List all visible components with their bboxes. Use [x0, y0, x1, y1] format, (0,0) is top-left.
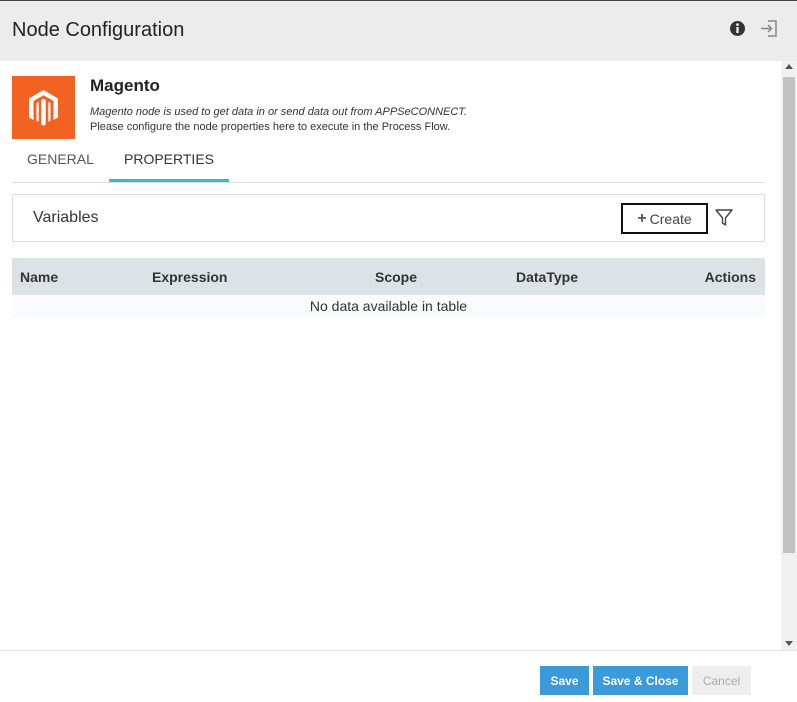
save-and-close-button[interactable]: Save & Close: [593, 666, 688, 695]
tab-properties[interactable]: PROPERTIES: [124, 151, 214, 167]
column-header-expression[interactable]: Expression: [152, 269, 227, 285]
dialog-header: Node Configuration: [0, 1, 797, 61]
info-icon[interactable]: [729, 20, 746, 37]
column-header-name[interactable]: Name: [20, 269, 58, 285]
column-header-datatype[interactable]: DataType: [516, 269, 578, 285]
cancel-button[interactable]: Cancel: [692, 666, 751, 695]
variables-table: Name Expression Scope DataType Actions N…: [12, 258, 765, 318]
column-header-scope[interactable]: Scope: [375, 269, 417, 285]
magento-logo: [12, 76, 75, 139]
filter-icon[interactable]: [714, 208, 734, 228]
variables-title: Variables: [33, 209, 99, 226]
vertical-scrollbar[interactable]: [781, 61, 797, 650]
dialog-content: Magento Magento node is used to get data…: [0, 61, 781, 650]
scrollbar-thumb[interactable]: [783, 77, 795, 553]
dialog-footer: Save Save & Close Cancel: [0, 650, 797, 702]
active-tab-indicator: [109, 179, 229, 182]
tab-general[interactable]: GENERAL: [27, 151, 94, 167]
scroll-down-arrow-icon[interactable]: [785, 641, 793, 646]
tab-bar: GENERAL PROPERTIES: [12, 143, 765, 183]
magento-icon: [29, 90, 58, 126]
dialog-title: Node Configuration: [12, 19, 185, 41]
node-instructions: Please configure the node properties her…: [90, 121, 451, 133]
node-description: Magento node is used to get data in or s…: [90, 106, 468, 118]
column-header-actions: Actions: [704, 269, 756, 285]
table-empty-message: No data available in table: [12, 295, 765, 318]
table-header: Name Expression Scope DataType Actions: [12, 258, 765, 295]
save-button[interactable]: Save: [540, 666, 589, 695]
node-name: Magento: [90, 76, 160, 95]
scroll-up-arrow-icon[interactable]: [785, 64, 793, 69]
plus-icon: +: [637, 209, 647, 227]
create-button[interactable]: + Create: [621, 203, 708, 234]
exit-icon[interactable]: [759, 19, 778, 38]
variables-panel: Variables + Create: [12, 194, 765, 242]
create-label: Create: [649, 210, 692, 227]
